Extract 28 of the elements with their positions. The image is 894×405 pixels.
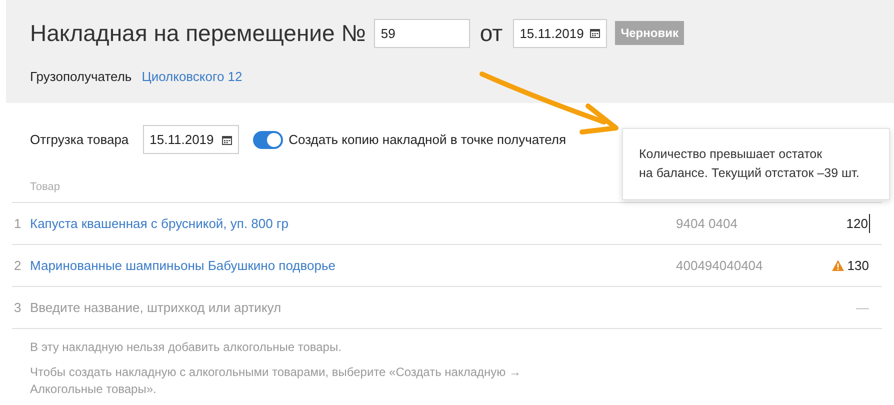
copy-toggle[interactable] xyxy=(252,130,283,148)
status-badge: Черновик xyxy=(614,21,684,46)
row-number: 1 xyxy=(13,214,22,233)
product-search-field[interactable]: Введите название, штрихкод или артикул xyxy=(30,298,855,318)
recipient-link[interactable]: Циолковского 12 xyxy=(142,66,242,86)
note-text: Чтобы создать накладную с алкогольными товарами, выберите «Создать накладную → Алкогольные товары». xyxy=(30,364,522,398)
barcode-cell-text: 9404 0404 xyxy=(676,214,738,233)
recipient-label: Грузополучатель xyxy=(30,68,132,86)
page-title: Накладная на перемещение № xyxy=(30,19,366,48)
copy-toggle-label: Создать копию накладной в точке получателя xyxy=(288,130,566,149)
tooltip-text: Количество превышает остаток на балансе. Текущий отстаток –39 шт. xyxy=(639,146,860,182)
calendar-icon xyxy=(222,134,232,144)
column-header: Товар xyxy=(30,181,60,193)
barcode-cell-text: 400494040404 xyxy=(676,256,764,275)
date-prefix: от xyxy=(480,19,503,48)
row-number: 2 xyxy=(13,256,22,275)
note-text: В эту накладную нельзя добавить алкогольные товары. xyxy=(30,339,342,356)
quantity-field[interactable]: 120 xyxy=(846,214,870,234)
shipment-date-field[interactable]: 15.11.2019 xyxy=(142,125,239,154)
calendar-icon xyxy=(590,28,600,38)
shipment-label: Отгрузка товара xyxy=(30,130,129,149)
product-link[interactable]: Капуста квашенная с брусникой, уп. 800 гр xyxy=(30,214,676,234)
date-field[interactable]: 15.11.2019 xyxy=(512,18,607,48)
product-link[interactable]: Маринованные шампиньоны Бабушкино подворье xyxy=(30,256,676,276)
warning-icon xyxy=(832,260,844,271)
number-field[interactable]: 59 xyxy=(374,18,470,48)
row-number: 3 xyxy=(13,298,22,317)
quantity-field[interactable]: 130 xyxy=(847,256,870,276)
